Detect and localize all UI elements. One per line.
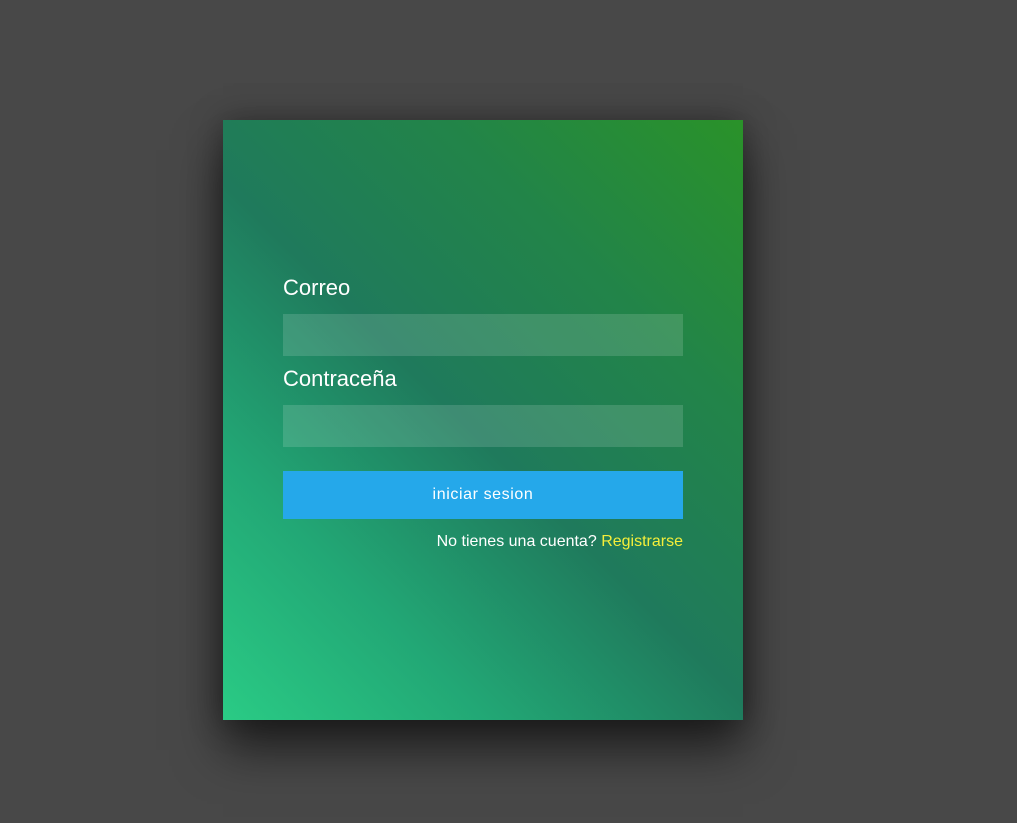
page: Correo Contraceña iniciar sesion No tien…: [0, 0, 1017, 823]
email-label: Correo: [283, 275, 351, 300]
register-row: No tienes una cuenta? Registrarse: [283, 533, 683, 551]
register-link[interactable]: Registrarse: [601, 533, 683, 550]
login-button[interactable]: iniciar sesion: [283, 471, 683, 519]
password-label: Contraceña: [283, 366, 397, 391]
password-field[interactable]: [283, 405, 683, 447]
register-prompt: No tienes una cuenta?: [436, 533, 597, 550]
login-form: Correo Contraceña iniciar sesion No tien…: [283, 275, 683, 551]
login-card: Correo Contraceña iniciar sesion No tien…: [223, 120, 743, 720]
email-field[interactable]: [283, 314, 683, 356]
